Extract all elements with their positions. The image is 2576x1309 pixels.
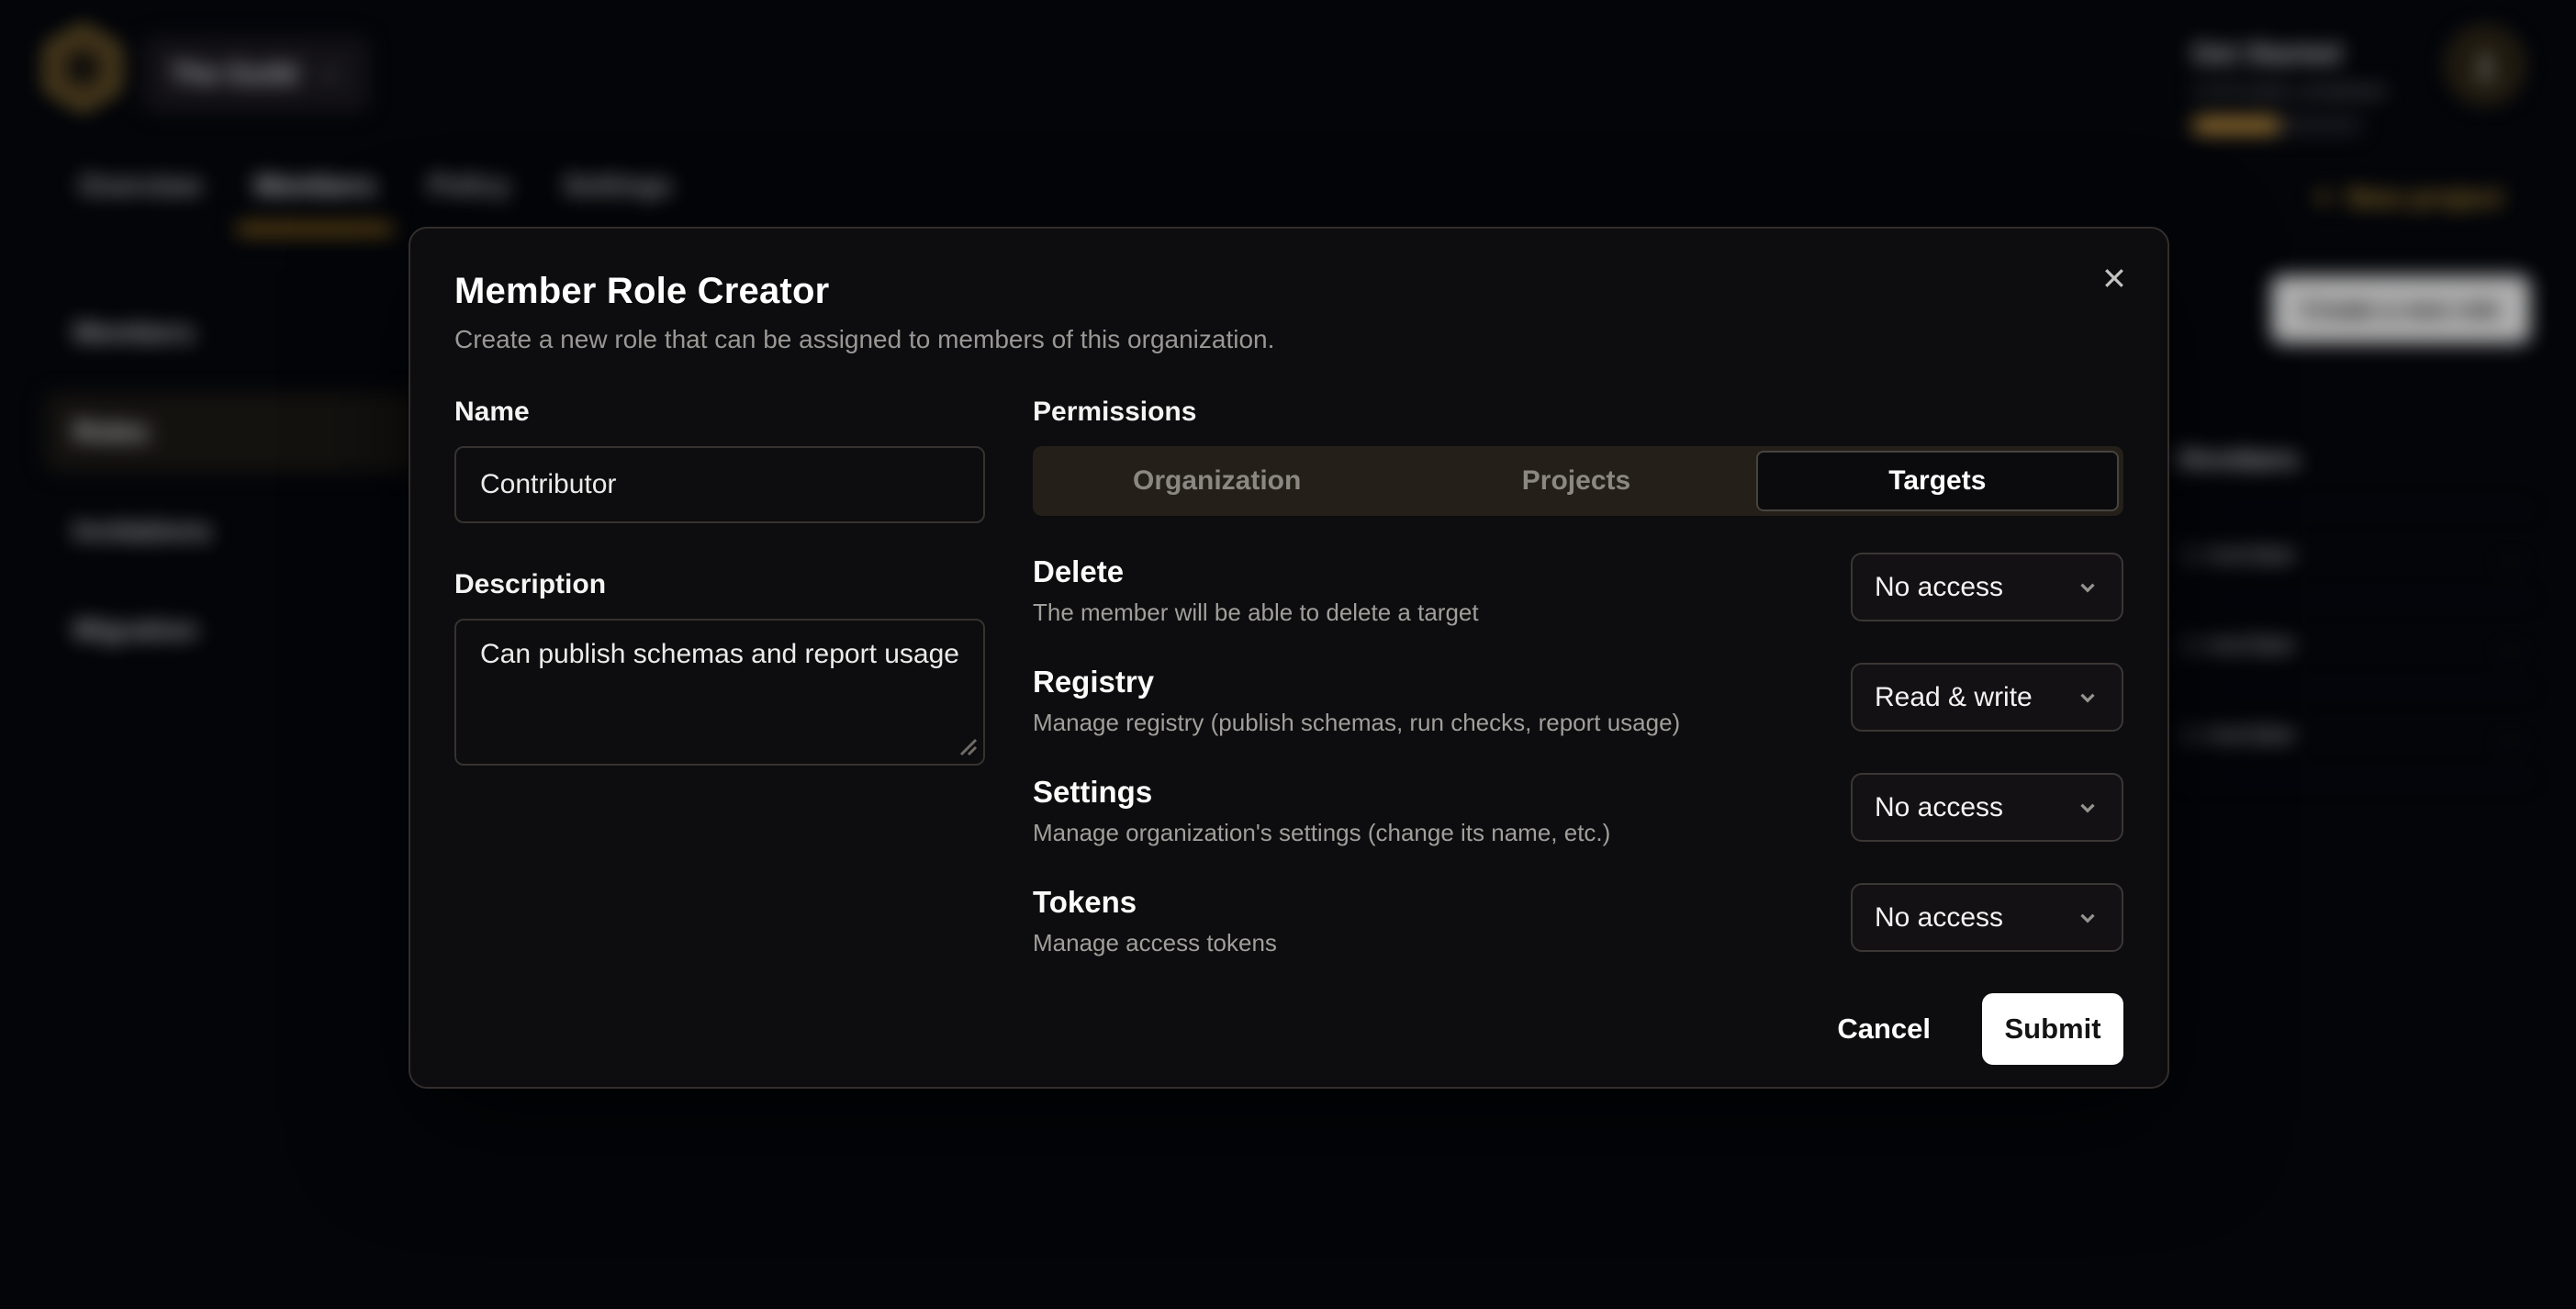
app-screen: The Guild Get Started 4 of 6 tasks compl…	[0, 0, 2576, 1309]
name-input[interactable]	[454, 446, 985, 523]
permission-texts: Tokens Manage access tokens	[1033, 883, 1277, 957]
perm-tab-label: Projects	[1522, 465, 1630, 497]
permission-title: Delete	[1033, 554, 1479, 589]
member-role-creator-modal: Member Role Creator Create a new role th…	[409, 227, 2169, 1089]
permissions-tabbar: Organization Projects Targets	[1033, 446, 2123, 516]
permission-texts: Delete The member will be able to delete…	[1033, 553, 1479, 627]
permission-rows: Delete The member will be able to delete…	[1033, 553, 2123, 957]
role-identity-column: Name Description Can publish schemas and…	[454, 397, 985, 1065]
selected-value: Read & write	[1875, 682, 2033, 713]
chevron-down-icon	[2076, 686, 2100, 710]
delete-access-select[interactable]: No access	[1851, 553, 2123, 621]
perm-tab-organization[interactable]: Organization	[1037, 451, 1396, 511]
permission-row-delete: Delete The member will be able to delete…	[1033, 553, 2123, 627]
permission-description: The member will be able to delete a targ…	[1033, 599, 1479, 627]
chevron-down-icon	[2076, 906, 2100, 930]
description-label: Description	[454, 569, 985, 600]
permission-texts: Registry Manage registry (publish schema…	[1033, 663, 1680, 737]
close-button[interactable]	[2089, 252, 2140, 304]
permission-description: Manage access tokens	[1033, 929, 1277, 957]
permission-title: Registry	[1033, 665, 1680, 699]
permission-title: Settings	[1033, 775, 1610, 810]
permission-row-tokens: Tokens Manage access tokens No access	[1033, 883, 2123, 957]
tokens-access-select[interactable]: No access	[1851, 883, 2123, 952]
description-textarea[interactable]: Can publish schemas and report usage	[454, 619, 985, 766]
permission-texts: Settings Manage organization's settings …	[1033, 773, 1610, 847]
permission-row-registry: Registry Manage registry (publish schema…	[1033, 663, 2123, 737]
chevron-down-icon	[2076, 796, 2100, 820]
perm-tab-label: Organization	[1133, 465, 1301, 497]
selected-value: No access	[1875, 902, 2003, 934]
submit-button[interactable]: Submit	[1982, 993, 2123, 1065]
perm-tab-label: Targets	[1888, 465, 1986, 497]
permission-description: Manage registry (publish schemas, run ch…	[1033, 709, 1680, 737]
chevron-down-icon	[2076, 576, 2100, 599]
name-label: Name	[454, 397, 985, 428]
registry-access-select[interactable]: Read & write	[1851, 663, 2123, 732]
modal-title: Member Role Creator	[454, 271, 2123, 312]
perm-tab-targets[interactable]: Targets	[1756, 451, 2119, 511]
permissions-label: Permissions	[1033, 397, 2123, 428]
settings-access-select[interactable]: No access	[1851, 773, 2123, 842]
permission-row-settings: Settings Manage organization's settings …	[1033, 773, 2123, 847]
permission-description: Manage organization's settings (change i…	[1033, 819, 1610, 847]
selected-value: No access	[1875, 792, 2003, 823]
selected-value: No access	[1875, 572, 2003, 603]
perm-tab-projects[interactable]: Projects	[1396, 451, 1755, 511]
resize-handle-icon[interactable]	[958, 736, 978, 756]
modal-footer: Cancel Submit	[1033, 993, 2123, 1065]
permission-title: Tokens	[1033, 885, 1277, 920]
permissions-column: Permissions Organization Projects Target…	[1033, 397, 2123, 1065]
modal-subtitle: Create a new role that can be assigned t…	[454, 325, 2123, 354]
cancel-button[interactable]: Cancel	[1837, 1013, 1931, 1046]
close-icon	[2100, 264, 2128, 292]
